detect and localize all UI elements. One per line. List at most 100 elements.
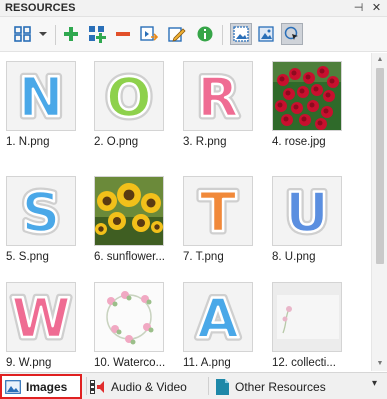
resource-caption: 8. U.png [272,251,316,263]
letter-r-graphic: RR [194,63,243,131]
view-mode-dropdown[interactable] [36,23,50,45]
panel-title: RESOURCES [5,2,76,14]
pointer-button[interactable] [281,23,303,45]
letter-n-graphic: NN [15,63,67,131]
tab-label: Audio & Video [111,379,187,394]
resource-caption: 1. N.png [6,136,50,148]
resource-caption: 11. A.png [183,357,231,369]
watercolor-wreath-image [95,283,163,351]
view-mode-button[interactable] [12,23,34,45]
tab-separator [208,377,209,395]
letter-u-graphic: UU [282,178,333,246]
resource-thumbnail[interactable]: NN [6,61,76,131]
resource-thumbnail[interactable] [94,282,164,352]
scroll-down-icon[interactable]: ▼ [372,357,387,371]
svg-text:S: S [22,181,61,244]
resource-caption: 2. O.png [94,136,139,148]
tab-separator [86,377,87,395]
select-all-icon [89,26,106,43]
pointer-icon [284,26,298,40]
resource-thumbnail[interactable]: TT [183,176,253,246]
resource-tile[interactable]: T T 7. T.png [183,176,269,263]
scrollbar-thumb[interactable] [376,68,384,264]
resource-gallery: N N 1. N.png O O 2. O.png R R 3. R.png 4. rose.jp… [0,53,371,371]
resource-caption: 7. T.png [183,251,224,263]
resource-thumbnail[interactable]: AA [183,282,253,352]
image-view-button[interactable] [230,23,252,45]
resource-thumbnail[interactable]: UU [272,176,342,246]
resource-caption: 9. W.png [6,357,52,369]
svg-text:R: R [197,66,239,129]
resource-tile[interactable]: A A 11. A.png [183,282,269,369]
resource-tile[interactable]: 6. sunflower... [94,176,180,263]
letter-w-graphic: WW [8,284,75,352]
resource-thumbnail[interactable] [272,282,342,352]
export-button[interactable] [138,23,160,45]
edit-button[interactable] [166,23,188,45]
tab-label: Images [26,379,68,394]
resource-tile[interactable]: S S 5. S.png [6,176,92,263]
svg-text:N: N [18,66,63,129]
svg-text:O: O [106,66,152,129]
pin-icon[interactable]: ⊣ [351,1,366,16]
resource-caption: 4. rose.jpg [272,136,326,148]
remove-button[interactable] [112,23,134,45]
add-button[interactable] [60,23,82,45]
resource-thumbnail[interactable] [94,176,164,246]
resource-caption: 5. S.png [6,251,49,263]
info-button[interactable] [194,23,216,45]
resources-toolbar [0,17,387,52]
tab-other-resources[interactable]: Other Resources [210,374,340,399]
tab-audio-video[interactable]: Audio & Video [88,374,206,399]
image-view-icon [233,26,249,42]
resource-thumbnail[interactable]: SS [6,176,76,246]
tab-images[interactable]: Images [0,374,82,399]
letter-t-graphic: TT [196,178,240,246]
resource-tile[interactable]: O O 2. O.png [94,61,180,148]
svg-text:U: U [285,181,329,244]
resource-caption: 10. Waterco... [94,357,166,369]
image-preview-icon [258,26,274,42]
toolbar-separator [222,25,223,45]
remove-icon [116,32,130,36]
resource-tile[interactable]: 10. Waterco... [94,282,180,369]
scroll-up-icon[interactable]: ▲ [372,53,387,67]
close-icon[interactable]: ✕ [369,1,384,16]
audio-video-tab-icon [90,379,106,395]
edit-icon [168,27,186,42]
tab-label: Other Resources [235,379,326,394]
resource-caption: 3. R.png [183,136,227,148]
resource-tile[interactable]: W W 9. W.png [6,282,92,369]
resource-tile[interactable]: 12. collecti... [272,282,358,369]
resource-thumbnail[interactable]: OO [94,61,164,131]
document-tab-icon [214,378,230,395]
resource-tile[interactable]: R R 3. R.png [183,61,269,148]
resource-thumbnail[interactable]: WW [6,282,76,352]
view-mode-icon [14,26,31,42]
gallery-scrollbar[interactable]: ▲ ▼ [371,53,387,371]
svg-text:A: A [197,287,239,350]
rose-photo [273,62,341,130]
select-all-button[interactable] [86,23,108,45]
collection-image [273,283,341,351]
panel-titlebar: RESOURCES ⊣ ✕ [0,0,387,17]
export-icon [140,26,158,41]
images-tab-icon [5,379,21,395]
tabs-overflow-icon[interactable]: ▾ [372,378,377,389]
toolbar-separator [55,25,56,45]
svg-text:T: T [200,181,237,244]
resource-tabs: Images Audio & Video Other Resources ▾ [0,372,387,399]
resource-caption: 12. collecti... [272,357,336,369]
letter-o-graphic: OO [103,63,156,131]
svg-text:W: W [11,287,71,350]
letter-a-graphic: AA [194,284,243,352]
resource-tile[interactable]: 4. rose.jpg [272,61,358,148]
info-icon [197,26,213,42]
resource-thumbnail[interactable] [272,61,342,131]
resource-tile[interactable]: N N 1. N.png [6,61,92,148]
sunflower-photo [95,177,163,245]
resource-tile[interactable]: U U 8. U.png [272,176,358,263]
resource-thumbnail[interactable]: RR [183,61,253,131]
image-preview-button[interactable] [255,23,277,45]
dropdown-arrow-icon [39,32,47,36]
